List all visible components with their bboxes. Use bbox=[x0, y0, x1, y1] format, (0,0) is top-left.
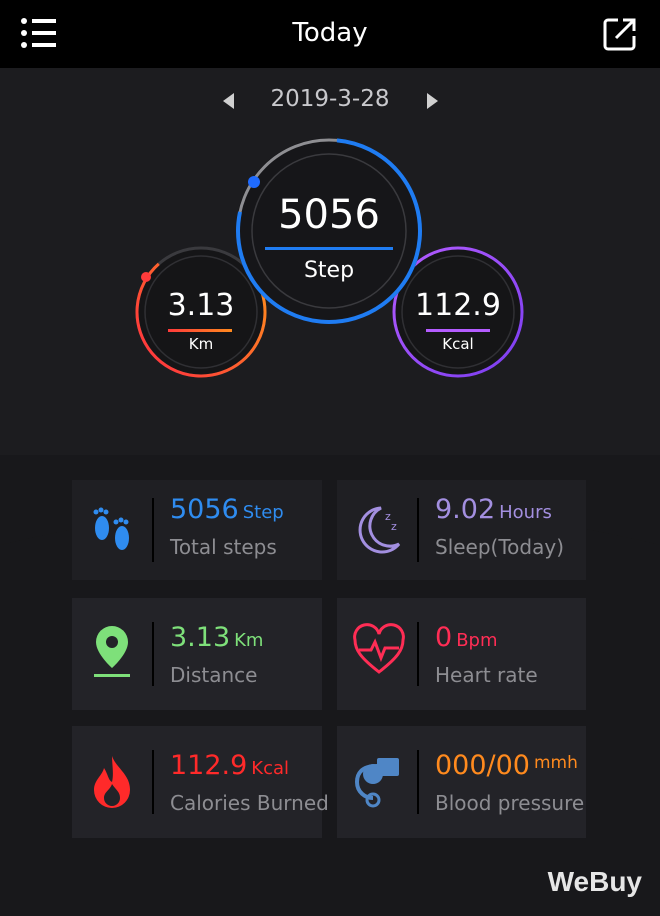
sleep-value-line: 9.02 Hours bbox=[435, 494, 552, 525]
heart-rate-unit: Bpm bbox=[456, 630, 498, 651]
total-steps-value: 5056 bbox=[170, 494, 239, 525]
svg-text:z: z bbox=[391, 520, 397, 533]
distance-card[interactable]: 3.13 Km Distance bbox=[72, 598, 322, 710]
calories-ring-number: 112.9 bbox=[415, 288, 501, 323]
distance-value-line: 3.13 Km bbox=[170, 622, 263, 653]
sleep-label: Sleep(Today) bbox=[435, 535, 565, 559]
moon-sleep-icon: z z bbox=[351, 498, 407, 558]
calories-value: 112.9 bbox=[170, 750, 248, 781]
flame-icon bbox=[86, 752, 142, 812]
heart-rate-value: 0 bbox=[435, 622, 453, 653]
location-pin-icon bbox=[86, 622, 142, 682]
calories-label: Calories Burned bbox=[170, 791, 329, 815]
heart-rate-label: Heart rate bbox=[435, 663, 538, 687]
share-icon[interactable] bbox=[602, 16, 638, 52]
calories-ring-label: Kcal bbox=[442, 335, 474, 353]
sleep-unit: Hours bbox=[499, 502, 552, 523]
blood-pressure-value-line: 000/00 mmh bbox=[435, 750, 578, 781]
page-title: Today bbox=[292, 18, 368, 48]
distance-ring-label: Km bbox=[188, 335, 214, 353]
card-divider bbox=[417, 622, 419, 686]
heart-rate-value-line: 0 Bpm bbox=[435, 622, 498, 653]
card-divider bbox=[152, 750, 154, 814]
distance-unit: Km bbox=[234, 630, 264, 651]
distance-ring-number: 3.13 bbox=[167, 288, 235, 323]
watermark-logo: WeBuy bbox=[547, 866, 642, 897]
blood-pressure-card[interactable]: 000/00 mmh Blood pressure bbox=[337, 726, 586, 838]
card-divider bbox=[152, 622, 154, 686]
total-steps-unit: Step bbox=[242, 502, 284, 523]
total-steps-label: Total steps bbox=[170, 535, 277, 559]
steps-ring-label: Step bbox=[303, 258, 355, 283]
blood-pressure-label: Blood pressure bbox=[435, 791, 585, 815]
total-steps-value-line: 5056 Step bbox=[170, 494, 284, 525]
sleep-value: 9.02 bbox=[435, 494, 496, 525]
blood-pressure-cuff-icon bbox=[351, 752, 407, 812]
distance-ring-value: 3.13 bbox=[141, 288, 261, 323]
calories-ring-value: 112.9 bbox=[398, 288, 518, 323]
top-bar: Today bbox=[0, 0, 660, 68]
calories-unit: Kcal bbox=[251, 758, 290, 779]
card-divider bbox=[152, 498, 154, 562]
footprints-icon bbox=[86, 498, 142, 558]
heart-pulse-icon bbox=[351, 622, 407, 682]
calories-ring-unit: Kcal bbox=[398, 335, 518, 353]
distance-ring-unit: Km bbox=[141, 335, 261, 353]
date-label: 2019-3-28 bbox=[270, 86, 390, 112]
next-day-arrow-icon[interactable] bbox=[427, 93, 438, 109]
date-selector: 2019-3-28 bbox=[0, 84, 660, 118]
distance-value: 3.13 bbox=[170, 622, 231, 653]
steps-ring-number: 5056 bbox=[278, 192, 380, 238]
total-steps-card[interactable]: 5056 Step Total steps bbox=[72, 480, 322, 580]
blood-pressure-value: 000/00 bbox=[435, 750, 530, 781]
heart-rate-card[interactable]: 0 Bpm Heart rate bbox=[337, 598, 586, 710]
sleep-card[interactable]: z z 9.02 Hours Sleep(Today) bbox=[337, 480, 586, 580]
blood-pressure-unit: mmh bbox=[534, 752, 578, 773]
card-divider bbox=[417, 750, 419, 814]
calories-value-line: 112.9 Kcal bbox=[170, 750, 289, 781]
distance-label: Distance bbox=[170, 663, 258, 687]
activity-rings: 5056 Step 3.13 Km 112.9 Kcal bbox=[0, 130, 660, 390]
steps-ring-unit: Step bbox=[249, 258, 409, 283]
calories-card[interactable]: 112.9 Kcal Calories Burned bbox=[72, 726, 329, 838]
card-divider bbox=[417, 498, 419, 562]
steps-ring-value: 5056 bbox=[249, 192, 409, 238]
